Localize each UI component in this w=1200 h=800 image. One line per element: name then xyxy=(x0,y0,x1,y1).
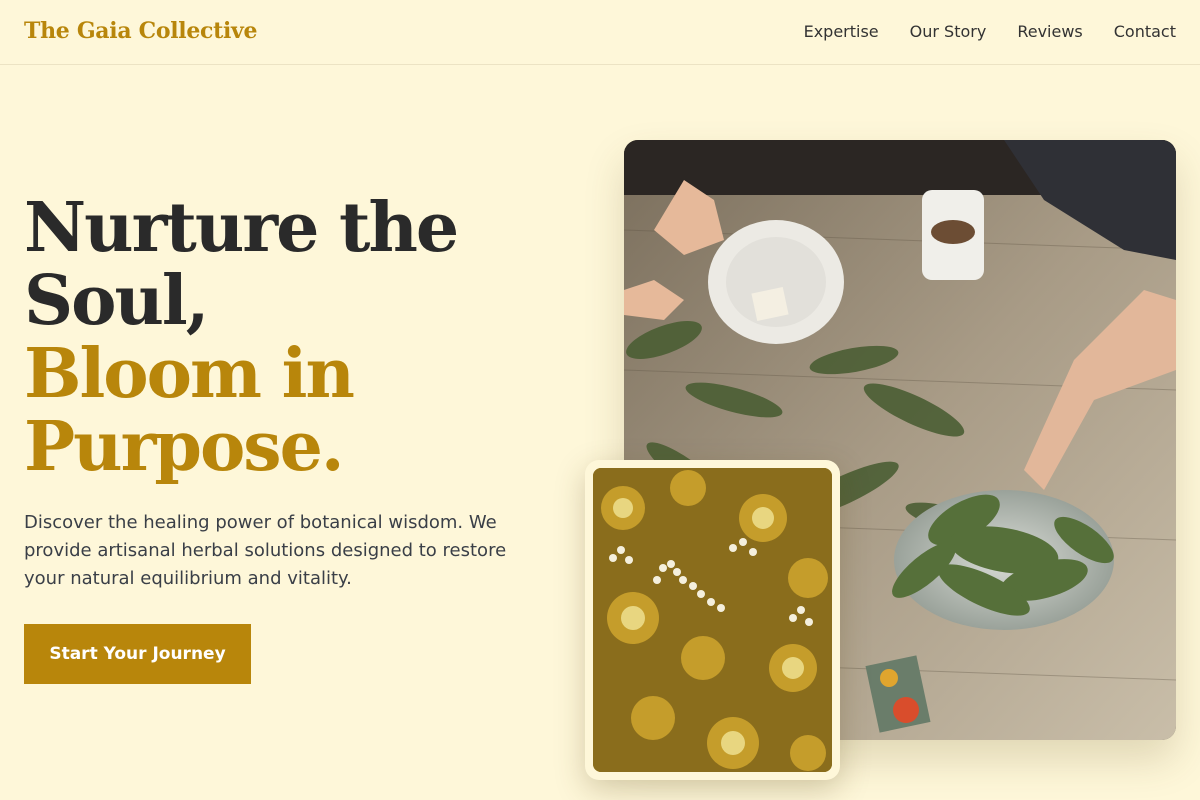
nav-link-our-story[interactable]: Our Story xyxy=(910,22,987,41)
hero-title-line-2: Soul, xyxy=(24,261,209,341)
hero-title: Nurture the Soul, Bloom in Purpose. xyxy=(24,192,544,484)
start-journey-button[interactable]: Start Your Journey xyxy=(24,624,251,684)
hero-description: Discover the healing power of botanical … xyxy=(24,512,507,589)
hero-title-line-3: Bloom in xyxy=(24,334,355,414)
hero-secondary-image-inner xyxy=(593,468,832,772)
nav-link-expertise[interactable]: Expertise xyxy=(804,22,879,41)
hero-title-line-4: Purpose. xyxy=(24,407,345,487)
navbar: The Gaia Collective Expertise Our Story … xyxy=(0,0,1200,65)
flowers-oil-illustration xyxy=(593,468,832,772)
hero-secondary-image xyxy=(585,460,840,780)
hero-title-line-1: Nurture the xyxy=(24,188,459,268)
nav-link-reviews[interactable]: Reviews xyxy=(1017,22,1082,41)
nav-link-contact[interactable]: Contact xyxy=(1114,22,1176,41)
brand-logo[interactable]: The Gaia Collective xyxy=(24,18,258,44)
nav-links: Expertise Our Story Reviews Contact xyxy=(804,22,1176,41)
